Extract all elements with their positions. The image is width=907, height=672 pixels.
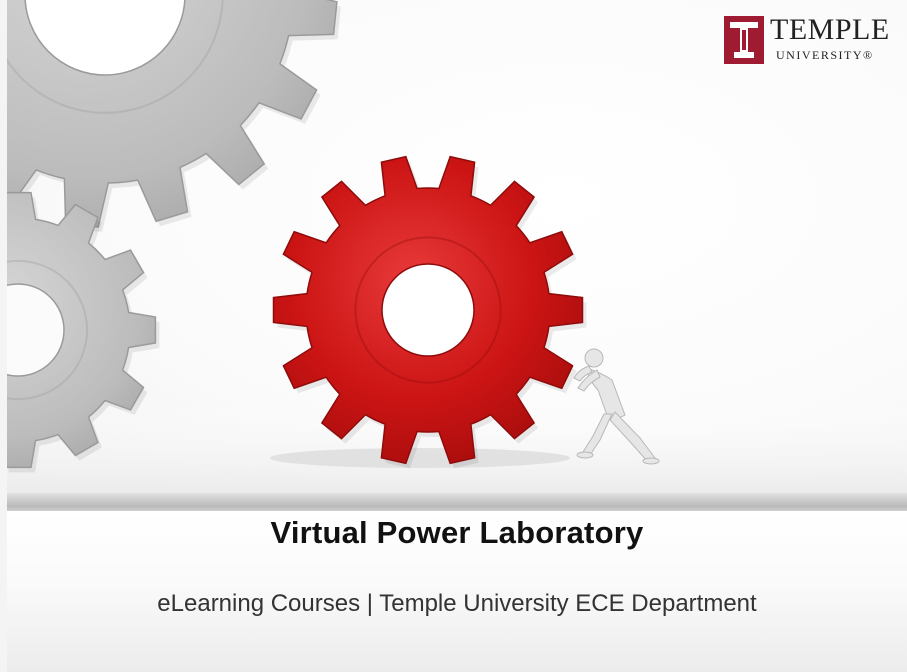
page-title: Virtual Power Laboratory [270,515,644,550]
title-slide: TEMPLE UNIVERSITY® Virtual Power Laborat… [0,0,907,672]
page-subtitle: eLearning Courses | Temple University EC… [157,590,757,617]
large-gray-gear-icon [0,0,341,232]
temple-university-logo: TEMPLE UNIVERSITY® [724,14,896,66]
hero-illustration [0,0,907,500]
gear-shadow [270,448,570,468]
section-divider [7,493,907,511]
logo-wordmark: TEMPLE [770,13,890,46]
logo-subtext: UNIVERSITY® [776,48,874,62]
left-edge-strip [0,0,7,672]
temple-t-icon [724,16,764,64]
